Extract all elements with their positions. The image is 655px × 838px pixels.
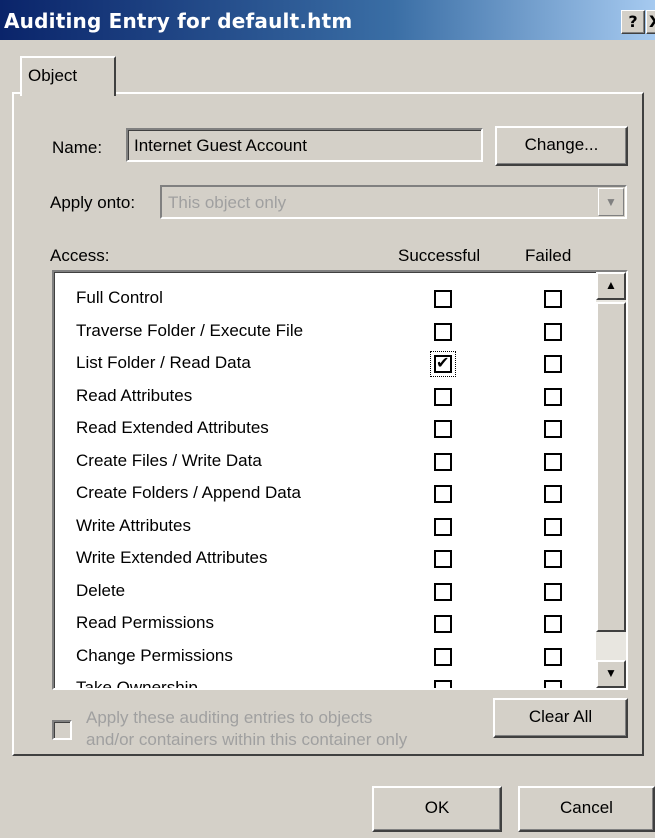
- failed-column-header: Failed: [525, 246, 572, 265]
- title-bar: Auditing Entry for default.htm ? X: [0, 0, 655, 40]
- clear-all-button[interactable]: Clear All: [493, 698, 628, 738]
- dropdown-arrow-icon[interactable]: ▼: [598, 188, 624, 216]
- access-row: Read Permissions: [54, 607, 594, 639]
- successful-checkbox[interactable]: [434, 680, 452, 688]
- successful-column-header: Successful: [398, 246, 481, 265]
- access-permission-name: Full Control: [76, 288, 163, 307]
- failed-checkbox[interactable]: [544, 550, 562, 568]
- access-row: List Folder / Read Data: [54, 347, 594, 379]
- successful-checkbox[interactable]: [434, 452, 452, 471]
- apply-onto-label: Apply onto:: [50, 193, 136, 212]
- successful-checkbox[interactable]: [434, 550, 452, 568]
- successful-checkbox[interactable]: [430, 351, 456, 377]
- failed-checkbox[interactable]: [544, 452, 562, 471]
- successful-checkbox[interactable]: [434, 647, 452, 666]
- access-permission-name: Traverse Folder / Execute File: [76, 320, 304, 340]
- access-row: Traverse Folder / Execute File: [54, 315, 594, 347]
- failed-checkbox[interactable]: [544, 517, 562, 536]
- ok-button[interactable]: OK: [372, 786, 502, 832]
- failed-checkbox[interactable]: [544, 322, 562, 341]
- apply-onto-select[interactable]: This object only ▼: [160, 185, 627, 219]
- failed-checkbox[interactable]: [544, 615, 562, 633]
- access-row: Write Extended Attributes: [54, 542, 594, 574]
- access-list[interactable]: Full Control Traverse Folder / Execute Fi…: [52, 270, 628, 690]
- access-row: Change Permissions: [54, 640, 594, 672]
- access-permission-name: Read Permissions: [76, 613, 214, 632]
- access-permission-name: List Folder / Read Data: [76, 353, 251, 372]
- successful-checkbox[interactable]: [434, 517, 452, 536]
- cancel-label: Cancel: [560, 798, 613, 817]
- successful-checkbox[interactable]: [434, 387, 452, 406]
- change-button-label: Change...: [524, 135, 599, 154]
- successful-checkbox[interactable]: [434, 290, 452, 308]
- failed-checkbox[interactable]: [544, 420, 562, 438]
- failed-checkbox[interactable]: [544, 680, 562, 688]
- window-title: Auditing Entry for default.htm: [4, 9, 353, 33]
- successful-checkbox[interactable]: [434, 322, 452, 341]
- access-row: Create Folders / Append Data: [54, 477, 594, 509]
- change-button[interactable]: Change...: [495, 126, 628, 166]
- scrollbar-thumb[interactable]: [596, 302, 626, 632]
- access-permission-name: Write Extended Attributes: [76, 548, 268, 567]
- scroll-down-arrow-icon[interactable]: ▼: [596, 660, 626, 688]
- apply-onto-value: This object only: [168, 193, 287, 212]
- tab-object-label: Object: [28, 66, 78, 85]
- access-row: Take Ownership: [54, 672, 594, 690]
- access-permission-name: Read Attributes: [76, 385, 193, 405]
- access-permission-name: Change Permissions: [76, 645, 233, 665]
- access-permission-name: Create Folders / Append Data: [76, 483, 301, 502]
- tab-object[interactable]: Object: [20, 56, 116, 96]
- access-permission-name: Read Extended Attributes: [76, 418, 269, 437]
- failed-checkbox[interactable]: [544, 290, 562, 308]
- access-permission-name: Create Files / Write Data: [76, 450, 262, 470]
- successful-checkbox[interactable]: [434, 420, 452, 438]
- access-list-scrollbar[interactable]: ▲ ▼: [596, 272, 626, 688]
- access-row: Full Control: [54, 282, 594, 314]
- access-label: Access:: [50, 246, 110, 265]
- failed-checkbox[interactable]: [544, 582, 562, 601]
- access-permission-name: Delete: [76, 580, 126, 600]
- name-value: Internet Guest Account: [134, 136, 307, 155]
- successful-checkbox[interactable]: [434, 485, 452, 503]
- failed-checkbox[interactable]: [544, 647, 562, 666]
- close-button[interactable]: X: [646, 10, 655, 34]
- help-button[interactable]: ?: [621, 10, 645, 34]
- apply-checkbox-line1: Apply these auditing entries to objects: [86, 708, 373, 727]
- clear-all-label: Clear All: [528, 707, 593, 726]
- failed-checkbox[interactable]: [544, 485, 562, 503]
- name-label: Name:: [52, 138, 103, 157]
- access-row: Create Files / Write Data: [54, 445, 594, 477]
- access-row: Write Attributes: [54, 510, 594, 542]
- failed-checkbox[interactable]: [544, 387, 562, 406]
- access-row: Read Attributes: [54, 380, 594, 412]
- ok-label: OK: [424, 798, 450, 817]
- apply-checkbox-line2: and/or containers within this container …: [86, 730, 408, 749]
- cancel-button[interactable]: Cancel: [518, 786, 655, 832]
- access-permission-name: Write Attributes: [76, 515, 191, 535]
- successful-checkbox[interactable]: [434, 582, 452, 601]
- successful-checkbox[interactable]: [434, 615, 452, 633]
- access-row: Delete: [54, 575, 594, 607]
- access-row: Read Extended Attributes: [54, 412, 594, 444]
- name-field: Internet Guest Account: [126, 128, 483, 162]
- access-permission-name: Take Ownership: [76, 678, 198, 690]
- apply-to-container-checkbox[interactable]: [52, 720, 72, 740]
- failed-checkbox[interactable]: [544, 355, 562, 373]
- scroll-up-arrow-icon[interactable]: ▲: [596, 272, 626, 300]
